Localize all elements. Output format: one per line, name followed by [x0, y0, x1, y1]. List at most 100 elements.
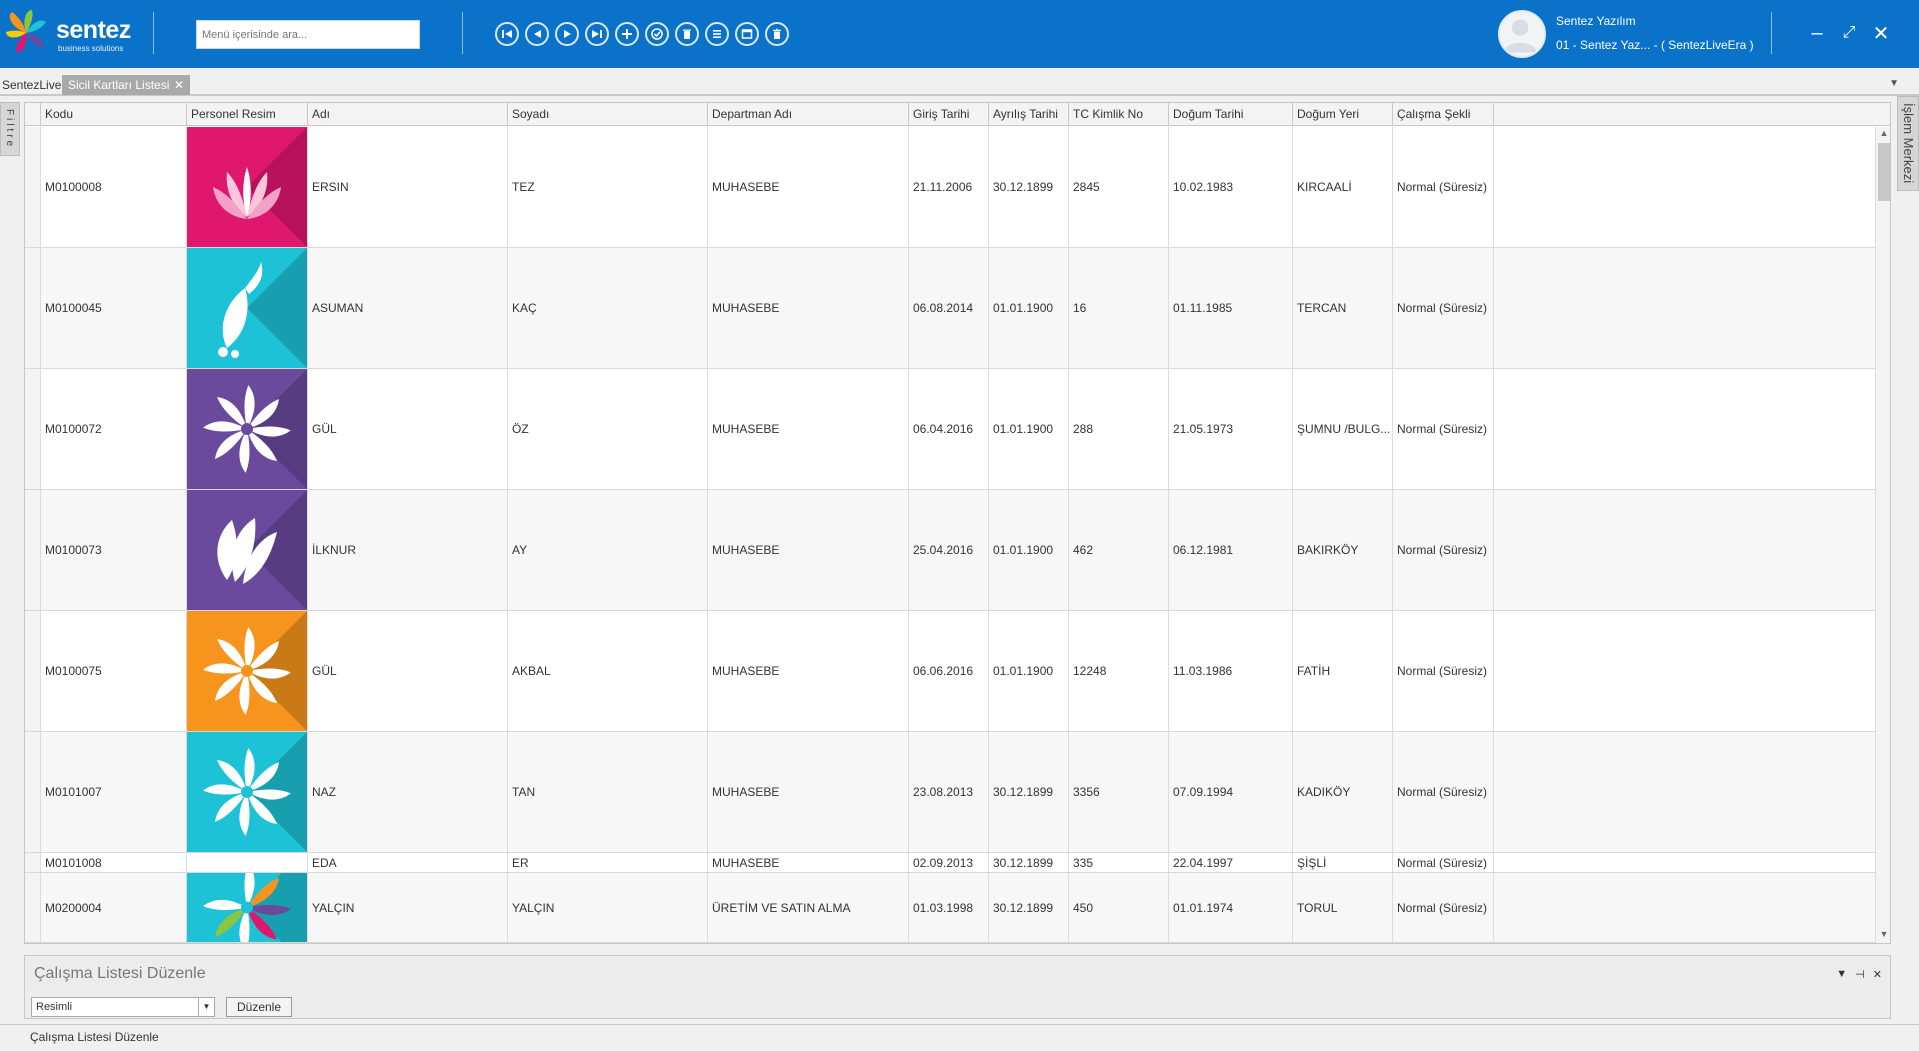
cell-dept[interactable]: MUHASEBE — [708, 127, 909, 247]
column-header[interactable]: Giriş Tarihi — [909, 103, 989, 126]
cell-tc[interactable]: 3356 — [1069, 732, 1169, 852]
cell-start[interactable]: 06.08.2014 — [909, 248, 989, 368]
cell-code[interactable]: M0100072 — [41, 369, 187, 489]
column-header[interactable]: TC Kimlik No — [1069, 103, 1169, 126]
cell-end[interactable]: 01.01.1900 — [989, 611, 1069, 731]
cell-end[interactable]: 30.12.1899 — [989, 853, 1069, 872]
table-row[interactable]: M0100072 GÜL ÖZ MUHASEBE 06.04.2016 01.01.19… — [25, 369, 1875, 490]
cell-surname[interactable]: YALÇIN — [508, 873, 708, 942]
cell-name[interactable]: ASUMAN — [308, 248, 508, 368]
cell-name[interactable]: ERSIN — [308, 127, 508, 247]
cell-tc[interactable]: 450 — [1069, 873, 1169, 942]
islem-merkezi-side-panel[interactable]: İşlem Merkezi — [1897, 96, 1919, 191]
row-indicator[interactable] — [25, 127, 41, 247]
cell-start[interactable]: 06.04.2016 — [909, 369, 989, 489]
cell-start[interactable]: 21.11.2006 — [909, 127, 989, 247]
menu-search-input[interactable] — [196, 20, 420, 49]
column-header[interactable]: Kodu — [41, 103, 187, 126]
tab-close-icon[interactable]: ✕ — [174, 75, 184, 95]
column-header[interactable]: Çalışma Şekli — [1393, 103, 1494, 126]
column-header[interactable]: Ayrılış Tarihi — [989, 103, 1069, 126]
filter-side-panel[interactable]: Filtre — [0, 102, 20, 156]
cell-birth[interactable]: 07.09.1994 — [1169, 732, 1293, 852]
cell-end[interactable]: 30.12.1899 — [989, 873, 1069, 942]
scroll-thumb[interactable] — [1878, 143, 1890, 201]
cell-tc[interactable]: 335 — [1069, 853, 1169, 872]
table-row[interactable]: M0101007 NAZ TAN MUHASEBE 23.08.2013 30.12.1… — [25, 732, 1875, 853]
column-header[interactable]: Doğum Yeri — [1293, 103, 1393, 126]
cell-dept[interactable]: MUHASEBE — [708, 490, 909, 610]
scroll-down-icon[interactable]: ▼ — [1876, 929, 1890, 943]
panel-close-icon[interactable]: ✕ — [1873, 968, 1882, 981]
cell-birth[interactable]: 01.11.1985 — [1169, 248, 1293, 368]
cell-tc[interactable]: 462 — [1069, 490, 1169, 610]
cell-code[interactable]: M0100045 — [41, 248, 187, 368]
cell-tc[interactable]: 288 — [1069, 369, 1169, 489]
cell-place[interactable]: ŞUMNU /BULG... — [1293, 369, 1393, 489]
cell-name[interactable]: GÜL — [308, 611, 508, 731]
cell-dept[interactable]: MUHASEBE — [708, 732, 909, 852]
cell-place[interactable]: TORUL — [1293, 873, 1393, 942]
next-record-icon[interactable] — [555, 22, 579, 46]
row-indicator[interactable] — [25, 248, 41, 368]
cell-start[interactable]: 01.03.1998 — [909, 873, 989, 942]
cell-end[interactable]: 01.01.1900 — [989, 248, 1069, 368]
row-indicator[interactable] — [25, 853, 41, 872]
cell-tc[interactable]: 2845 — [1069, 127, 1169, 247]
cell-work[interactable]: Normal (Süresiz) — [1393, 369, 1494, 489]
cell-birth[interactable]: 01.01.1974 — [1169, 873, 1293, 942]
cell-name[interactable]: YALÇIN — [308, 873, 508, 942]
window-icon[interactable] — [735, 22, 759, 46]
chevron-down-icon[interactable]: ▼ — [198, 998, 214, 1016]
panel-pin-icon[interactable]: ⊣ — [1855, 968, 1865, 981]
cell-code[interactable]: M0101008 — [41, 853, 187, 872]
cell-work[interactable]: Normal (Süresiz) — [1393, 490, 1494, 610]
cell-surname[interactable]: ÖZ — [508, 369, 708, 489]
cell-start[interactable]: 02.09.2013 — [909, 853, 989, 872]
cell-code[interactable]: M0100073 — [41, 490, 187, 610]
scroll-up-icon[interactable]: ▲ — [1876, 128, 1890, 142]
row-indicator[interactable] — [25, 490, 41, 610]
cell-place[interactable]: KIRCAALİ — [1293, 127, 1393, 247]
minimize-icon[interactable]: – — [1804, 20, 1830, 46]
cell-surname[interactable]: ER — [508, 853, 708, 872]
cell-end[interactable]: 30.12.1899 — [989, 127, 1069, 247]
column-header[interactable]: Adı — [308, 103, 508, 126]
list-icon[interactable] — [705, 22, 729, 46]
cell-place[interactable]: TERCAN — [1293, 248, 1393, 368]
cell-birth[interactable]: 10.02.1983 — [1169, 127, 1293, 247]
cell-tc[interactable]: 16 — [1069, 248, 1169, 368]
cell-end[interactable]: 01.01.1900 — [989, 490, 1069, 610]
cell-dept[interactable]: MUHASEBE — [708, 369, 909, 489]
column-header[interactable]: Doğum Tarihi — [1169, 103, 1293, 126]
cell-work[interactable]: Normal (Süresiz) — [1393, 611, 1494, 731]
cell-dept[interactable]: MUHASEBE — [708, 611, 909, 731]
cell-name[interactable]: NAZ — [308, 732, 508, 852]
cell-start[interactable]: 06.06.2016 — [909, 611, 989, 731]
cell-birth[interactable]: 21.05.1973 — [1169, 369, 1293, 489]
add-icon[interactable] — [615, 22, 639, 46]
cell-place[interactable]: FATİH — [1293, 611, 1393, 731]
table-row[interactable]: M0101008 EDA ER MUHASEBE 02.09.2013 30.12.189… — [25, 853, 1875, 873]
column-header[interactable]: Personel Resim — [187, 103, 308, 126]
row-indicator[interactable] — [25, 369, 41, 489]
cell-birth[interactable]: 11.03.1986 — [1169, 611, 1293, 731]
cell-surname[interactable]: AKBAL — [508, 611, 708, 731]
work-list-select[interactable]: Resimli ▼ — [31, 997, 215, 1017]
cell-code[interactable]: M0101007 — [41, 732, 187, 852]
cell-start[interactable]: 23.08.2013 — [909, 732, 989, 852]
table-row[interactable]: M0100045 ASUMAN KAÇ MUHASEBE 06.08.2014 01.0… — [25, 248, 1875, 369]
tab-sentezlive[interactable]: SentezLive — [0, 75, 63, 95]
cell-end[interactable]: 01.01.1900 — [989, 369, 1069, 489]
trash-icon[interactable] — [765, 22, 789, 46]
panel-dropdown-icon[interactable]: ▼ — [1836, 968, 1847, 981]
cell-work[interactable]: Normal (Süresiz) — [1393, 732, 1494, 852]
user-avatar[interactable] — [1498, 10, 1546, 58]
table-row[interactable]: M0100075 GÜL AKBAL MUHASEBE 06.06.2016 01.01… — [25, 611, 1875, 732]
cell-name[interactable]: İLKNUR — [308, 490, 508, 610]
cell-surname[interactable]: KAÇ — [508, 248, 708, 368]
cell-surname[interactable]: TAN — [508, 732, 708, 852]
column-header[interactable]: Soyadı — [508, 103, 708, 126]
cell-name[interactable]: EDA — [308, 853, 508, 872]
close-icon[interactable]: ✕ — [1868, 20, 1894, 46]
